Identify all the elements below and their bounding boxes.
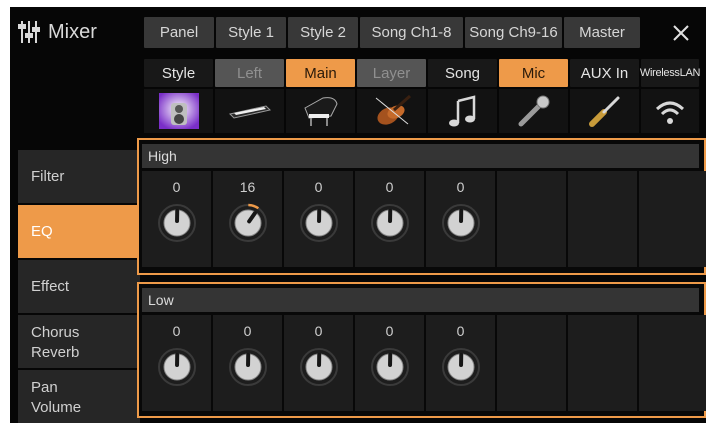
eq-low-knob-cell[interactable]: 0 (426, 315, 495, 411)
eq-empty-cell (639, 171, 706, 267)
knob-icon (442, 348, 480, 386)
eq-empty-cell (568, 171, 637, 267)
side-item-label: Pan Volume (31, 378, 82, 416)
eq-low-header: Low (142, 288, 699, 312)
part-label: Song (428, 59, 497, 87)
eq-value: 0 (243, 323, 252, 339)
eq-low-panel: Low 0 0 0 0 0 (137, 282, 706, 418)
knob-icon (158, 204, 196, 242)
knob-icon (229, 348, 267, 386)
knob-icon (442, 204, 480, 242)
eq-empty-cell (568, 315, 637, 411)
eq-high-knob-cell[interactable]: 0 (355, 171, 424, 267)
side-item-eq[interactable]: EQ (18, 205, 140, 258)
knob-icon (371, 204, 409, 242)
part-label: Mic (499, 59, 568, 87)
side-item-label: Chorus Reverb (31, 323, 80, 361)
eq-high-panel: High 0 16 0 0 0 (137, 138, 706, 275)
tab-label: Style 1 (228, 24, 274, 41)
tab-style-1[interactable]: Style 1 (216, 17, 286, 48)
knob-icon (300, 204, 338, 242)
tab-label: Master (579, 24, 625, 41)
eq-high-header: High (142, 144, 699, 168)
title-text: Mixer (48, 20, 97, 43)
tab-song-ch9-16[interactable]: Song Ch9-16 (465, 17, 562, 48)
knob-icon (371, 348, 409, 386)
part-layer[interactable]: Layer (357, 59, 426, 133)
side-item-label: EQ (31, 222, 53, 240)
eq-low-knob-cell[interactable]: 0 (355, 315, 424, 411)
eq-low-knob-cell[interactable]: 0 (213, 315, 282, 411)
eq-value: 0 (456, 323, 465, 339)
eq-value: 0 (172, 179, 181, 195)
side-item-pan-volume[interactable]: Pan Volume (18, 370, 140, 423)
part-label: Main (286, 59, 355, 87)
keyboard-icon (215, 89, 284, 133)
eq-empty-cell (497, 315, 566, 411)
tab-panel[interactable]: Panel (144, 17, 214, 48)
eq-high-knob-cell[interactable]: 0 (426, 171, 495, 267)
top-tab-bar: Panel Style 1 Style 2 Song Ch1-8 Song Ch… (144, 17, 640, 48)
close-icon (673, 24, 689, 41)
part-wireless-lan[interactable]: WirelessLAN (640, 59, 700, 133)
close-button[interactable] (662, 17, 700, 48)
part-label: AUX In (570, 59, 639, 87)
mixer-title: Mixer (18, 15, 97, 49)
microphone-icon (499, 89, 568, 133)
part-style[interactable]: Style (144, 59, 213, 133)
part-song[interactable]: Song (428, 59, 497, 133)
eq-empty-cell (639, 315, 706, 411)
aux-jack-icon (570, 89, 639, 133)
eq-high-cells: 0 16 0 0 0 (142, 171, 706, 267)
side-item-filter[interactable]: Filter (18, 150, 140, 203)
part-label: Style (144, 59, 213, 87)
part-label: WirelessLAN (640, 59, 700, 87)
tab-label: Style 2 (300, 24, 346, 41)
side-item-label: Effect (31, 277, 70, 295)
part-label: Left (215, 59, 284, 87)
eq-value: 0 (172, 323, 181, 339)
tab-label: Song Ch1-8 (371, 24, 452, 41)
mixer-sliders-icon (18, 21, 40, 43)
part-label: Layer (357, 59, 426, 87)
eq-high-knob-cell[interactable]: 16 (213, 171, 282, 267)
eq-value: 0 (385, 323, 394, 339)
eq-high-knob-cell[interactable]: 0 (142, 171, 211, 267)
part-main[interactable]: Main (286, 59, 355, 133)
part-left[interactable]: Left (215, 59, 284, 133)
knob-icon (300, 348, 338, 386)
side-item-label: Filter (31, 167, 65, 185)
side-item-chorus-reverb[interactable]: Chorus Reverb (18, 315, 140, 368)
eq-low-cells: 0 0 0 0 0 (142, 315, 706, 411)
eq-value: 0 (456, 179, 465, 195)
eq-value: 0 (314, 323, 323, 339)
tab-master[interactable]: Master (564, 17, 640, 48)
style-speaker-icon (144, 89, 213, 133)
eq-high-knob-cell[interactable]: 0 (284, 171, 353, 267)
eq-low-knob-cell[interactable]: 0 (284, 315, 353, 411)
eq-value: 0 (314, 179, 323, 195)
tab-style-2[interactable]: Style 2 (288, 17, 358, 48)
tab-song-ch1-8[interactable]: Song Ch1-8 (360, 17, 463, 48)
eq-value: 16 (239, 179, 256, 195)
eq-empty-cell (497, 171, 566, 267)
tab-label: Song Ch9-16 (469, 24, 558, 41)
mixer-screen: Mixer Panel Style 1 Style 2 Song Ch1-8 S… (10, 7, 706, 423)
part-mic[interactable]: Mic (499, 59, 568, 133)
grand-piano-icon (286, 89, 355, 133)
knob-icon (158, 348, 196, 386)
knob-icon (229, 203, 267, 242)
music-note-icon (428, 89, 497, 133)
violin-icon (357, 89, 426, 133)
part-selector: Style Left Main Layer Song Mic AUX In Wi… (144, 59, 700, 133)
wireless-icon (641, 89, 699, 133)
side-item-effect[interactable]: Effect (18, 260, 140, 313)
side-menu: Filter EQ Effect Chorus Reverb Pan Volum… (18, 150, 140, 423)
part-aux-in[interactable]: AUX In (570, 59, 639, 133)
tab-label: Panel (159, 24, 199, 41)
eq-value: 0 (385, 179, 394, 195)
eq-low-knob-cell[interactable]: 0 (142, 315, 211, 411)
